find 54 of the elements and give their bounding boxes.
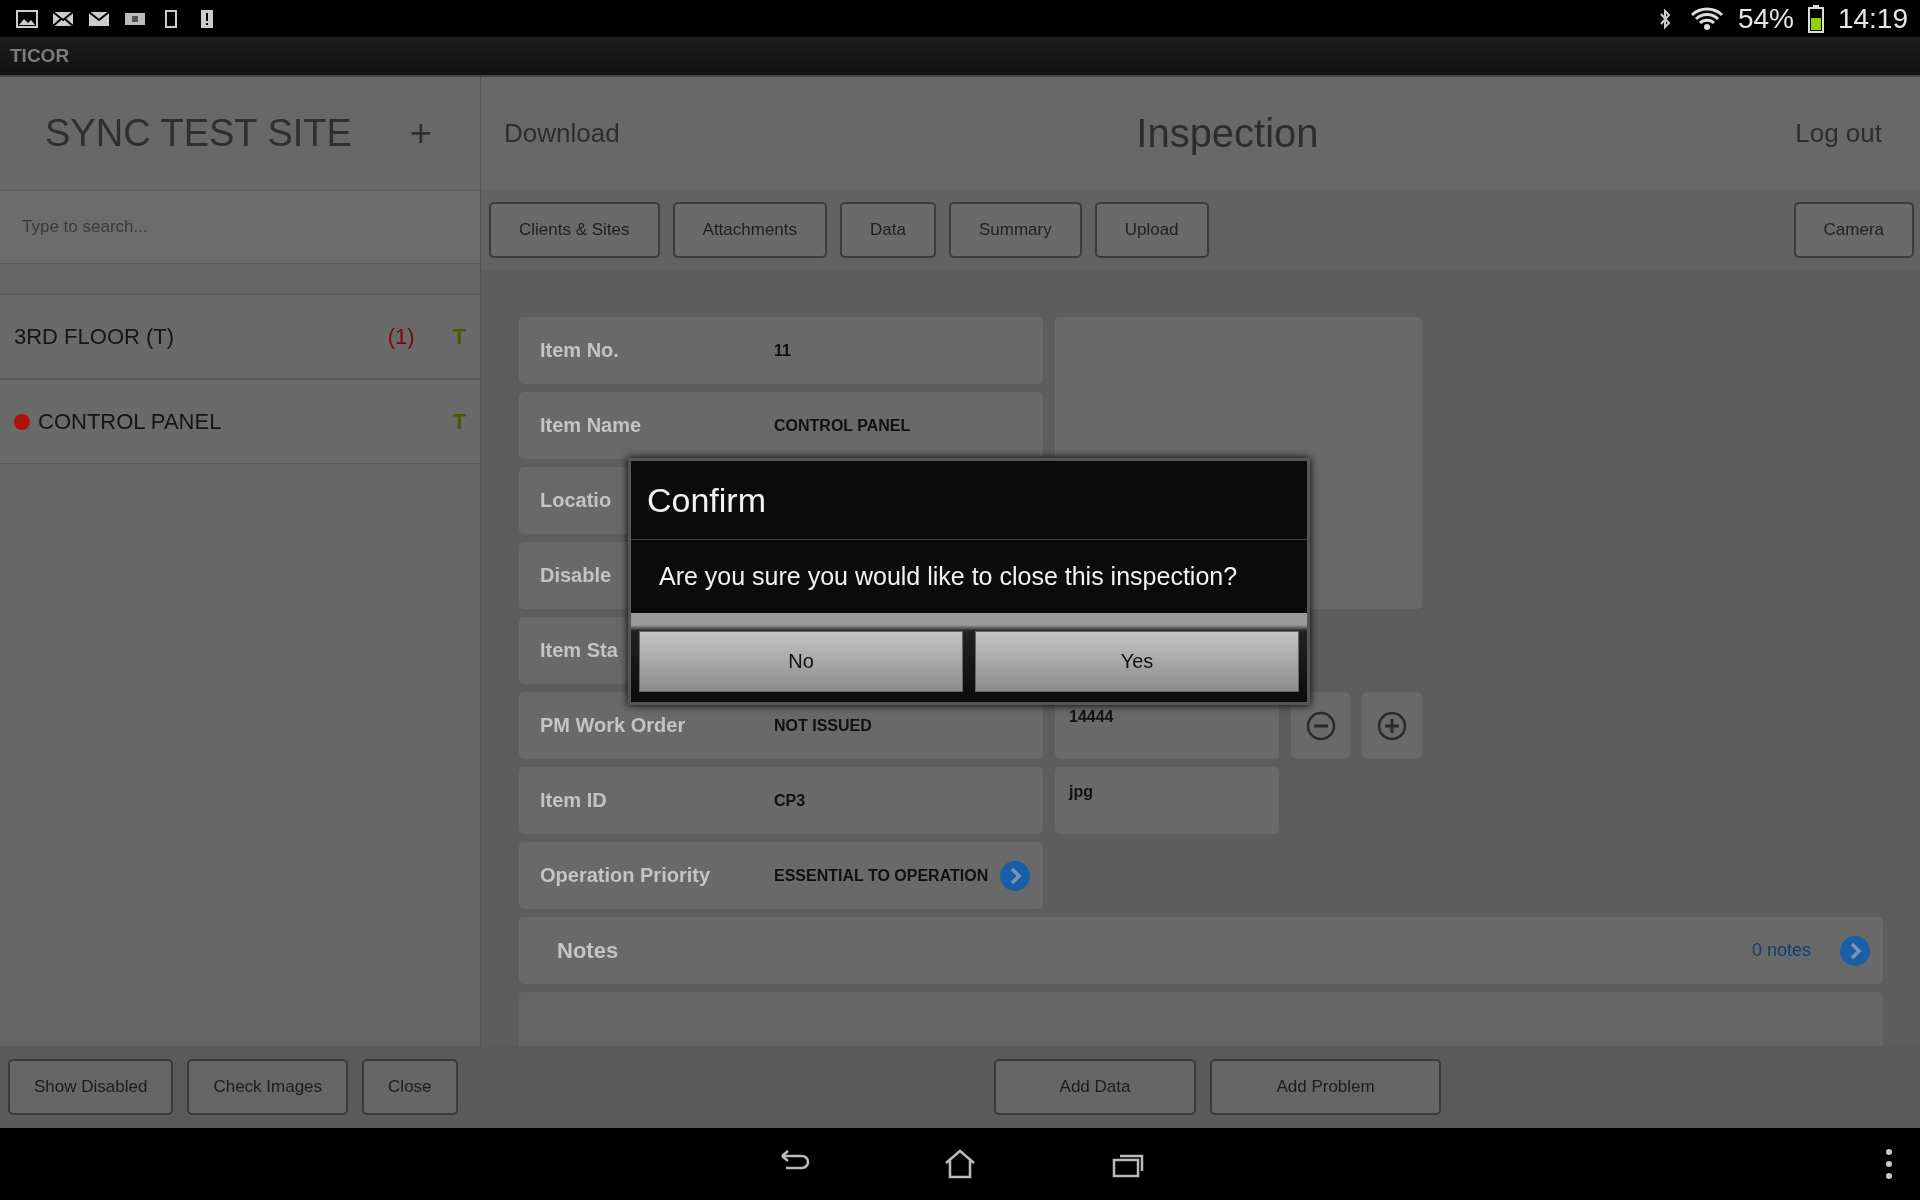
download-link[interactable]: Download bbox=[504, 118, 620, 149]
toolbar-button[interactable]: Data bbox=[840, 202, 936, 258]
page-title: Inspection bbox=[1135, 111, 1320, 156]
field-value: CP3 bbox=[774, 791, 807, 810]
dialog-button[interactable]: Yes bbox=[975, 631, 1299, 692]
sidebar-item[interactable]: 3RD FLOOR (T) (1) T bbox=[0, 294, 480, 379]
field-label: PM Work Order bbox=[540, 714, 686, 737]
bottom-button[interactable]: Show Disabled bbox=[8, 1059, 174, 1115]
site-title: SYNC TEST SITE bbox=[45, 112, 352, 155]
toolbar-button[interactable]: Summary bbox=[948, 202, 1082, 258]
menu-icon bbox=[1884, 1147, 1894, 1181]
minus-button[interactable] bbox=[1291, 692, 1350, 759]
notes-row[interactable]: Notes 0 notes bbox=[519, 917, 1883, 984]
field-value: ESSENTIAL TO OPERATION bbox=[774, 866, 990, 885]
notes-label: Notes bbox=[557, 937, 620, 964]
item-label: CONTROL PANEL bbox=[38, 408, 223, 435]
logout-link[interactable]: Log out bbox=[1795, 118, 1882, 149]
field-label: Item No. bbox=[540, 339, 619, 362]
bottom-button[interactable]: Check Images bbox=[187, 1059, 349, 1115]
field-value: NOT ISSUED bbox=[774, 716, 873, 735]
add-button[interactable]: + bbox=[405, 112, 436, 155]
field-label: Item Name bbox=[540, 414, 642, 437]
bottom-button[interactable]: Add Data bbox=[993, 1059, 1197, 1115]
field-label: Item Sta bbox=[540, 639, 618, 662]
notes-count-link[interactable]: 0 notes bbox=[1751, 940, 1811, 961]
bottom-button[interactable]: Add Problem bbox=[1210, 1059, 1441, 1115]
dialog-title: Confirm bbox=[631, 461, 1307, 540]
item-label: 3RD FLOOR (T) bbox=[14, 323, 176, 350]
item-count: (1) bbox=[387, 323, 415, 350]
item-tag: T bbox=[452, 408, 466, 435]
field-label: Locatio bbox=[540, 489, 612, 512]
dialog-button[interactable]: No bbox=[639, 631, 963, 692]
plus-icon bbox=[1377, 710, 1407, 741]
toolbar-button[interactable]: Clients & Sites bbox=[489, 202, 660, 258]
bottom-button[interactable]: Close bbox=[362, 1059, 458, 1115]
item-tag: T bbox=[452, 323, 466, 350]
toolbar-button[interactable]: Attachments bbox=[672, 202, 828, 258]
toolbar-button[interactable]: Upload bbox=[1094, 202, 1209, 258]
plus-button[interactable] bbox=[1362, 692, 1422, 759]
field-value: CONTROL PANEL bbox=[774, 416, 912, 435]
battery-icon bbox=[1807, 4, 1824, 33]
clock: 14:19 bbox=[1837, 2, 1908, 35]
dialog-message: Are you sure you would like to close this inspection? bbox=[658, 561, 1239, 592]
field-label: Disable bbox=[540, 564, 612, 587]
battery-percentage: 54% bbox=[1737, 2, 1794, 35]
minus-icon bbox=[1305, 710, 1336, 741]
picture-icon bbox=[16, 7, 38, 30]
app-title: TICOR bbox=[10, 45, 70, 67]
camera-button[interactable]: Camera bbox=[1793, 202, 1914, 258]
extension-field[interactable]: jpg bbox=[1055, 767, 1279, 834]
field-value: 11 bbox=[774, 341, 792, 360]
sidebar-item[interactable]: CONTROL PANEL T bbox=[0, 379, 480, 464]
field-label: Item ID bbox=[540, 789, 607, 812]
field-label: Operation Priority bbox=[540, 864, 711, 887]
